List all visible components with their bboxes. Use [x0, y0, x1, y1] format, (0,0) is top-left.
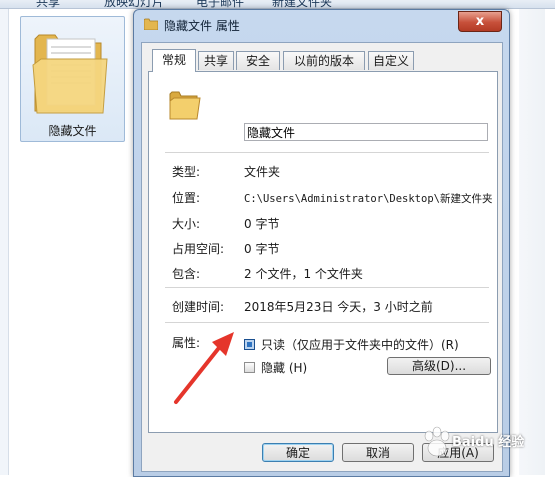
folder-small-icon — [144, 18, 158, 30]
readonly-checkbox-label[interactable]: 只读（仅应用于文件夹中的文件）(R) — [261, 336, 459, 353]
location-value: C:\Users\Administrator\Desktop\新建文件夹 — [244, 193, 493, 205]
type-value: 文件夹 — [244, 165, 281, 179]
size-on-disk-label: 占用空间: — [172, 242, 225, 256]
toolbar-email[interactable]: 电子邮件 — [196, 0, 244, 8]
tab-general[interactable]: 常规 — [152, 49, 196, 72]
tab-sharing[interactable]: 共享 — [198, 51, 234, 70]
type-label: 类型: — [172, 165, 201, 179]
size-value: 0 字节 — [244, 217, 280, 231]
separator — [165, 152, 489, 153]
toolbar-slideshow[interactable]: 放映幻灯片 — [104, 0, 164, 8]
folder-icon — [169, 91, 201, 120]
toolbar-new-folder[interactable]: 新建文件夹 — [272, 0, 332, 8]
contains-label: 包含: — [172, 267, 201, 281]
size-label: 大小: — [172, 217, 201, 231]
folder-large-icon — [32, 34, 108, 114]
hidden-checkbox-label[interactable]: 隐藏 (H) — [261, 359, 307, 376]
location-label: 位置: — [172, 191, 201, 205]
folder-name-input[interactable] — [244, 123, 488, 141]
ok-button[interactable]: 确定 — [262, 443, 334, 462]
explorer-left-pane — [0, 9, 9, 475]
size-on-disk-value: 0 字节 — [244, 242, 280, 256]
tab-customize[interactable]: 自定义 — [368, 51, 414, 70]
created-label: 创建时间: — [172, 300, 225, 314]
tab-previous-versions[interactable]: 以前的版本 — [283, 51, 365, 70]
advanced-button[interactable]: 高级(D)... — [387, 357, 491, 375]
tab-security[interactable]: 安全 — [236, 51, 280, 70]
created-value: 2018年5月23日 今天，3 小时之前 — [244, 300, 433, 314]
hidden-checkbox[interactable] — [244, 362, 255, 373]
explorer-right-pane — [508, 9, 555, 475]
watermark-text: Baidu 经验 — [452, 435, 525, 450]
close-button[interactable]: x — [458, 11, 502, 32]
cancel-button[interactable]: 取消 — [342, 443, 414, 462]
close-icon: x — [475, 14, 485, 29]
explorer-toolbar: 共享 放映幻灯片 电子邮件 新建文件夹 — [0, 0, 555, 9]
selected-folder-item[interactable]: 隐藏文件 — [20, 16, 125, 142]
contains-value: 2 个文件，1 个文件夹 — [244, 267, 363, 281]
baidu-paw-logo-icon — [424, 426, 450, 457]
separator — [165, 287, 489, 288]
separator — [165, 322, 489, 323]
red-arrow-icon — [174, 332, 234, 404]
dialog-titlebar[interactable]: 隐藏文件 属性 x — [134, 10, 509, 38]
toolbar-share[interactable]: 共享 — [36, 0, 60, 8]
readonly-checkbox[interactable] — [244, 339, 255, 350]
folder-name-label: 隐藏文件 — [48, 124, 97, 138]
dialog-title: 隐藏文件 属性 — [164, 19, 240, 33]
